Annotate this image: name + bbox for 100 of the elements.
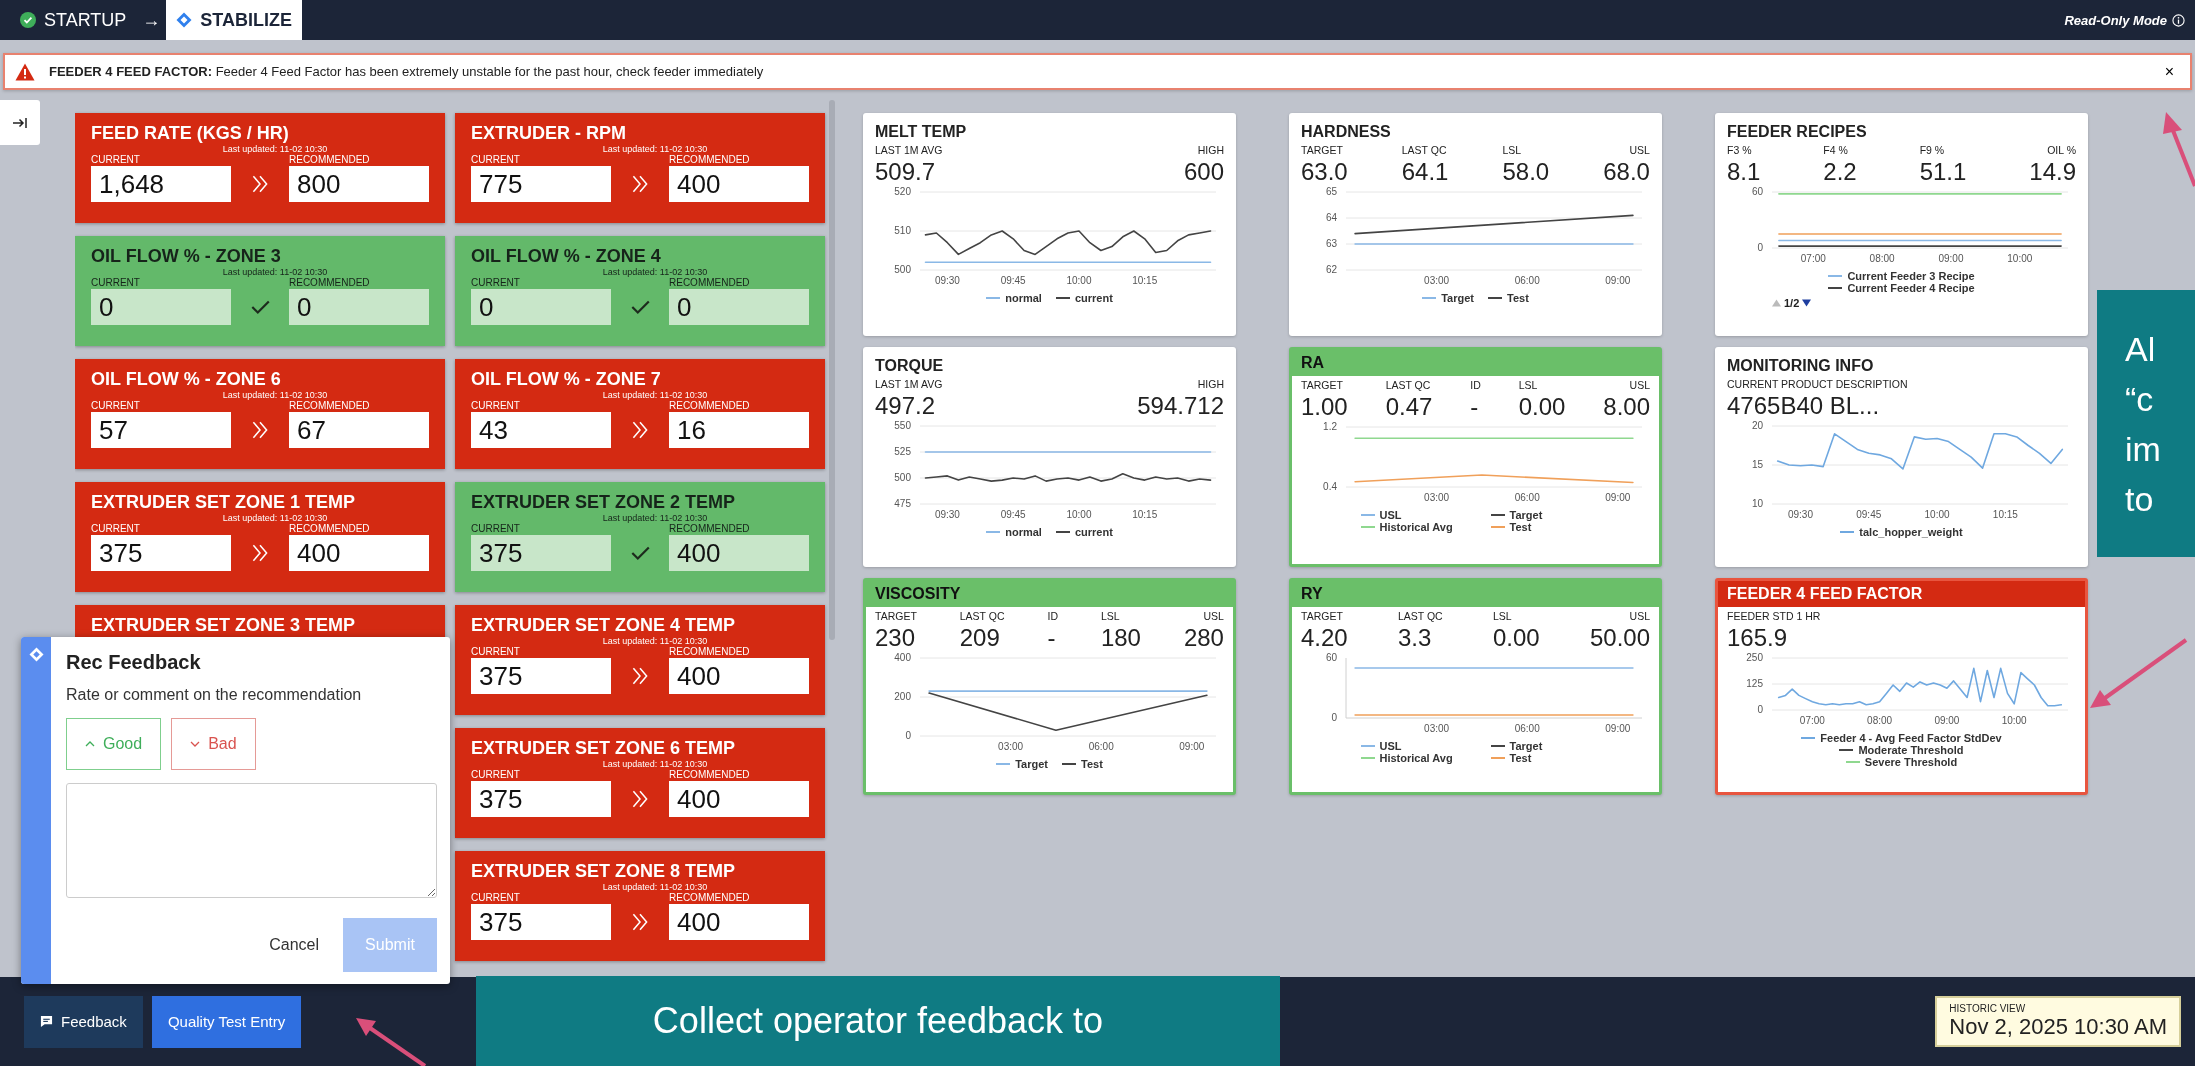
stat-label: FEEDER STD 1 HR [1727, 609, 1821, 624]
x-tick-label: 09:00 [1605, 723, 1631, 734]
stat-label: LAST 1M AVG [875, 143, 943, 158]
y-tick-label: 10 [1751, 498, 1763, 509]
last-updated-text: Last updated: 11-02 10:30 [602, 390, 708, 400]
current-label: CURRENT [91, 523, 141, 535]
current-value: 375 [471, 535, 611, 571]
stat-label: ID [1470, 378, 1481, 393]
check-circle-icon [20, 12, 36, 28]
legend-label: Historical Avg [1379, 521, 1453, 533]
x-tick-label: 09:00 [1179, 741, 1205, 752]
x-tick-label: 10:00 [1924, 509, 1950, 520]
y-tick-label: 60 [1325, 652, 1337, 663]
card-title: OIL FLOW % - ZONE 4 [471, 245, 662, 267]
stat-value: 180 [1100, 624, 1141, 652]
y-tick-label: 250 [1746, 652, 1763, 663]
x-tick-label: 07:00 [1800, 253, 1826, 264]
recommended-value: 400 [669, 904, 809, 940]
last-updated-text: Last updated: 11-02 10:30 [222, 513, 328, 523]
recommended-value: 400 [669, 781, 809, 817]
y-tick-label: 200 [894, 691, 911, 702]
legend-page-label: 1/2 [1784, 297, 1800, 309]
last-updated-text: Last updated: 11-02 10:30 [222, 267, 328, 277]
stat-value: 4.20 [1301, 624, 1348, 652]
diamond-icon [176, 12, 193, 28]
x-tick-label: 08:00 [1869, 253, 1895, 264]
card-title: OIL FLOW % - ZONE 6 [91, 368, 282, 390]
close-button[interactable]: × [2158, 62, 2180, 81]
stat-label: LAST QC [1401, 143, 1448, 158]
current-value: 375 [471, 781, 611, 817]
stat-value: 14.9 [2029, 158, 2076, 186]
stat-label: TARGET [1301, 143, 1344, 158]
recommended-label: RECOMMENDED [669, 400, 751, 412]
card-title: EXTRUDER SET ZONE 4 TEMP [471, 614, 737, 636]
step-tab[interactable]: STARTUP [10, 0, 137, 40]
legend-label: current [1074, 526, 1113, 538]
recommended-value: 400 [669, 535, 809, 571]
bad-button[interactable]: Bad [171, 718, 256, 770]
y-tick-label: 0 [905, 730, 911, 741]
stat-value: 51.1 [1919, 158, 1967, 186]
y-tick-label: 400 [894, 652, 911, 663]
legend-label: Test [1081, 758, 1103, 770]
legend-label: Target [1015, 758, 1048, 770]
legend-label: Target [1509, 740, 1543, 752]
current-value: 43 [471, 412, 611, 448]
y-tick-label: 15 [1751, 459, 1763, 470]
y-tick-label: 1.2 [1323, 421, 1337, 432]
y-tick-label: 475 [894, 498, 911, 509]
stat-label: HIGH [1197, 143, 1224, 158]
x-tick-label: 07:00 [1799, 715, 1825, 726]
quality-test-entry-button[interactable]: Quality Test Entry [151, 995, 302, 1048]
x-tick-label: 10:00 [1066, 509, 1092, 520]
current-value: 1,648 [91, 166, 231, 202]
sidebar-toggle[interactable] [0, 100, 40, 145]
last-updated-text: Last updated: 11-02 10:30 [222, 390, 328, 400]
card-title: RA [1292, 350, 1659, 376]
card-title: TORQUE [874, 356, 945, 376]
last-updated-text: Last updated: 11-02 10:30 [222, 144, 328, 154]
current-value: 57 [91, 412, 231, 448]
message-icon [40, 1015, 53, 1028]
mode-label: Read-Only Mode [2064, 12, 2167, 28]
recommended-label: RECOMMENDED [669, 523, 751, 535]
x-tick-label: 10:00 [2001, 715, 2027, 726]
feedback-button[interactable]: Feedback [24, 995, 143, 1048]
x-tick-label: 09:00 [1934, 715, 1960, 726]
stat-label: LSL [1100, 609, 1121, 624]
comment-field[interactable] [66, 783, 437, 898]
legend-label: USL [1379, 740, 1402, 752]
card-title: FEEDER 4 FEED FACTOR [1718, 581, 2085, 607]
card-title: EXTRUDER - RPM [471, 122, 627, 144]
step-tab[interactable]: STABILIZE [166, 0, 303, 40]
x-tick-label: 10:15 [1132, 275, 1158, 286]
x-tick-label: 10:15 [1992, 509, 2018, 520]
recommended-label: RECOMMENDED [669, 154, 751, 166]
card-title: MELT TEMP [874, 122, 968, 142]
y-tick-label: 500 [894, 264, 911, 275]
legend-label: Current Feeder 4 Recipe [1847, 282, 1975, 294]
recommended-label: RECOMMENDED [289, 154, 371, 166]
dialog-title: Rec Feedback [66, 651, 202, 674]
legend-label: talc_hopper_weight [1859, 526, 1963, 538]
chevron-down-icon [190, 741, 201, 747]
recommended-value: 0 [289, 289, 429, 325]
cancel-button[interactable]: Cancel [263, 935, 325, 955]
x-tick-label: 06:00 [1514, 492, 1540, 503]
callout-text: im [2125, 429, 2162, 470]
info-icon[interactable] [2172, 13, 2185, 27]
stat-label: LAST 1M AVG [875, 377, 943, 392]
down-triangle-icon[interactable] [1802, 299, 1812, 307]
historic-view-label: HISTORIC VIEW [1949, 1003, 2027, 1014]
stat-value: 594.712 [1137, 392, 1224, 420]
x-tick-label: 06:00 [1514, 275, 1540, 286]
stat-label: F3 % [1727, 143, 1753, 158]
x-tick-label: 03:00 [1424, 492, 1450, 503]
recommended-value: 67 [289, 412, 429, 448]
stat-value: 209 [959, 624, 1001, 652]
x-tick-label: 10:00 [2007, 253, 2033, 264]
current-label: CURRENT [471, 277, 521, 289]
x-tick-label: 09:00 [1605, 275, 1631, 286]
card-title: EXTRUDER SET ZONE 3 TEMP [91, 614, 357, 636]
stat-label: USL [1629, 609, 1650, 624]
